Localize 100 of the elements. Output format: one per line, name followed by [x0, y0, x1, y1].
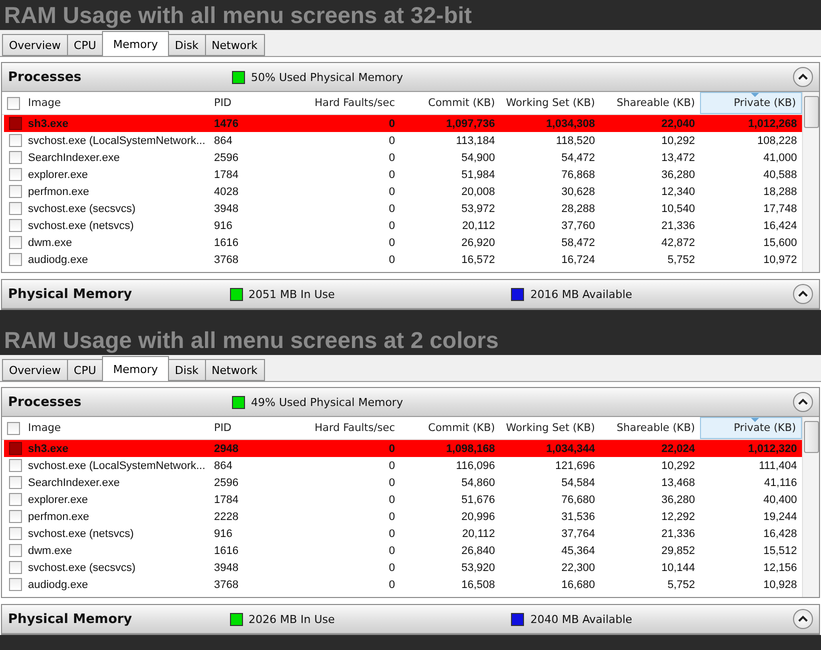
- tab[interactable]: Overview: [2, 359, 68, 381]
- checkbox[interactable]: [9, 151, 22, 164]
- checkbox[interactable]: [9, 117, 22, 130]
- table-cell: 116,096: [456, 460, 495, 472]
- table-cell: svchost.exe (secsvcs): [28, 562, 136, 574]
- table-cell: 3948: [214, 562, 238, 574]
- table-cell: svchost.exe (LocalSystemNetwork...: [28, 460, 206, 472]
- column-header[interactable]: Private (KB): [700, 417, 802, 439]
- checkbox[interactable]: [7, 96, 20, 110]
- table-cell: 40,400: [763, 494, 797, 506]
- table-cell: 1,097,736: [446, 118, 495, 130]
- table-cell: svchost.exe (netsvcs): [28, 528, 134, 540]
- table-cell: 21,336: [661, 528, 695, 540]
- table-cell: 10,972: [763, 254, 797, 266]
- table-cell: sh3.exe: [28, 442, 68, 454]
- scrollbar[interactable]: [802, 417, 819, 597]
- table-cell: 20,996: [461, 510, 495, 522]
- table-cell: 54,860: [461, 476, 495, 488]
- table-cell: svchost.exe (secsvcs): [28, 202, 136, 214]
- section-header[interactable]: Processes 50% Used Physical Memory: [2, 63, 819, 92]
- table-cell: 20,008: [461, 186, 495, 198]
- table-cell: 40,588: [763, 168, 797, 180]
- legend-label: 2026 MB In Use: [248, 612, 335, 626]
- checkbox[interactable]: [9, 202, 22, 215]
- table-cell: 1476: [214, 118, 238, 130]
- collapse-button[interactable]: [793, 67, 813, 87]
- legend-label: 2051 MB In Use: [248, 288, 335, 300]
- checkbox[interactable]: [9, 168, 22, 181]
- checkbox[interactable]: [9, 493, 22, 506]
- table-cell: 0: [388, 442, 395, 454]
- column-header[interactable]: Private (KB): [700, 92, 802, 114]
- table-cell: 36,280: [661, 494, 695, 506]
- table-cell: 3768: [214, 578, 238, 590]
- collapse-button[interactable]: [793, 284, 813, 304]
- checkbox[interactable]: [9, 510, 22, 523]
- table-cell: 0: [388, 168, 395, 180]
- checkbox[interactable]: [9, 578, 22, 591]
- sort-arrow-icon: [751, 93, 759, 97]
- legend-label: 50% Used Physical Memory: [251, 70, 403, 84]
- table-cell: 29,852: [661, 544, 695, 556]
- tab[interactable]: CPU: [66, 359, 104, 381]
- scrollbar[interactable]: [802, 92, 819, 272]
- table-cell: 10,928: [763, 578, 797, 590]
- table-cell: 1,098,168: [446, 442, 495, 454]
- checkbox[interactable]: [9, 134, 22, 147]
- table-cell: 51,984: [461, 168, 495, 180]
- checkbox[interactable]: [9, 185, 22, 198]
- table-cell: 12,292: [661, 510, 695, 522]
- checkbox[interactable]: [9, 459, 22, 472]
- table-cell: 0: [388, 460, 395, 472]
- table-cell: 22,040: [661, 118, 695, 130]
- table-cell: 22,024: [661, 442, 695, 454]
- legend-label: 49% Used Physical Memory: [251, 396, 403, 408]
- table-cell: 0: [388, 578, 395, 590]
- checkbox[interactable]: [9, 219, 22, 232]
- tab[interactable]: Network: [204, 34, 264, 56]
- checkbox[interactable]: [9, 236, 22, 249]
- table-cell: 26,920: [461, 236, 495, 248]
- section-header[interactable]: Physical Memory 2051 MB In Use 2016 MB Available: [2, 280, 819, 309]
- checkbox[interactable]: [9, 476, 22, 489]
- collapse-button[interactable]: [793, 392, 813, 412]
- checkbox[interactable]: [9, 561, 22, 574]
- checkbox[interactable]: [9, 253, 22, 266]
- tab[interactable]: Network: [204, 359, 264, 381]
- table-cell: 108,228: [757, 134, 797, 146]
- table-cell: 10,540: [661, 202, 695, 214]
- section-header[interactable]: Physical Memory 2026 MB In Use 2040 MB Available: [2, 605, 819, 634]
- table-cell: 37,760: [561, 220, 595, 232]
- process-row[interactable]: sh3.exe 1476 0 1,097,736 1,034,308 22,040 1,012,268: [4, 115, 802, 132]
- table-cell: sh3.exe: [28, 118, 68, 130]
- table-cell: 0: [388, 528, 395, 540]
- process-row[interactable]: sh3.exe 2948 0 1,098,168 1,034,344 22,024 1,012,320: [4, 440, 802, 457]
- table-cell: 2948: [214, 442, 238, 454]
- checkbox[interactable]: [7, 422, 20, 434]
- table-cell: 45,364: [561, 544, 595, 556]
- tab[interactable]: Overview: [2, 34, 68, 56]
- table-cell: audiodg.exe: [28, 254, 88, 266]
- table-cell: 10,292: [661, 460, 695, 472]
- section-header[interactable]: Processes 49% Used Physical Memory: [2, 388, 819, 417]
- table-cell: 0: [388, 236, 395, 248]
- tab[interactable]: Memory: [102, 31, 169, 56]
- table-cell: 37,764: [561, 528, 595, 540]
- collapse-button[interactable]: [793, 609, 813, 629]
- checkbox[interactable]: [9, 544, 22, 557]
- section-title: Processes: [8, 394, 82, 410]
- table-cell: explorer.exe: [28, 494, 88, 506]
- checkbox[interactable]: [9, 442, 22, 455]
- table-cell: 1,012,268: [748, 118, 797, 130]
- table-cell: 0: [388, 494, 395, 506]
- table-cell: 1616: [214, 236, 238, 248]
- table-cell: 113,184: [456, 134, 495, 146]
- table-cell: 15,600: [763, 236, 797, 248]
- tab[interactable]: Memory: [102, 356, 169, 381]
- checkbox[interactable]: [9, 527, 22, 540]
- tab[interactable]: CPU: [66, 34, 104, 56]
- tab[interactable]: Disk: [168, 359, 206, 381]
- table-cell: 22,300: [561, 562, 595, 574]
- table-cell: dwm.exe: [28, 544, 72, 556]
- tab[interactable]: Disk: [168, 34, 206, 56]
- table-cell: 5,752: [667, 254, 695, 266]
